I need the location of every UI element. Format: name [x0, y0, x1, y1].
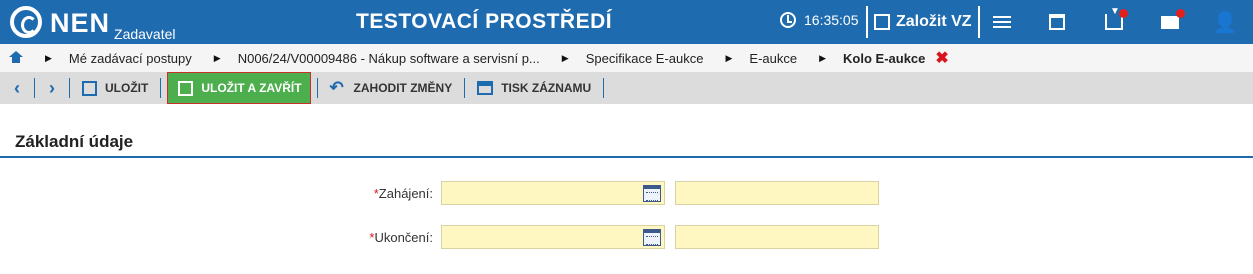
nen-logo-icon [10, 6, 42, 38]
breadcrumb-separator: ▶ [561, 52, 569, 63]
logo-text: NEN [50, 8, 111, 38]
start-time-input[interactable] [675, 181, 879, 205]
top-bar: NEN Zadavatel TESTOVACÍ PROSTŘEDÍ 16:35:… [0, 0, 1253, 44]
forward-icon[interactable]: › [41, 78, 63, 99]
breadcrumb-item[interactable]: N006/24/V00009486 - Nákup software a ser… [238, 51, 540, 66]
save-and-close-button[interactable]: ULOŽIT A ZAVŘÍT [167, 72, 311, 104]
end-label: *Ukončení: [0, 230, 441, 245]
breadcrumb-item[interactable]: Mé zadávací postupy [69, 51, 192, 66]
start-label-text: Zahájení: [378, 185, 433, 201]
save-button[interactable]: ULOŽIT [76, 74, 154, 102]
save-label: ULOŽIT [105, 81, 149, 95]
notification-dot [1119, 9, 1128, 18]
user-icon[interactable]: 👤 [1213, 10, 1238, 34]
breadcrumb-item[interactable]: Specifikace E-aukce [586, 51, 704, 66]
breadcrumb-separator: ▶ [213, 52, 221, 63]
clock-icon [780, 12, 796, 28]
separator [603, 78, 605, 98]
toolbar: ‹ › ULOŽIT ULOŽIT A ZAVŘÍT ↶ ZAHODIT ZMĚN… [0, 72, 1253, 104]
calendar-icon[interactable] [1045, 10, 1069, 34]
inbox-icon[interactable] [1102, 6, 1128, 34]
separator [316, 78, 318, 98]
environment-title: TESTOVACÍ PROSTŘEDÍ [356, 10, 613, 33]
discard-changes-button[interactable]: ↶ ZAHODIT ZMĚNY [324, 74, 459, 102]
start-label: *Zahájení: [0, 186, 441, 201]
mail-notification-dot [1176, 9, 1185, 18]
breadcrumb-current: Kolo E-aukce [843, 50, 926, 66]
breadcrumb: ▶ Mé zadávací postupy ▶ N006/24/V0000948… [0, 44, 1253, 72]
save-close-label: ULOŽIT A ZAVŘÍT [201, 81, 302, 95]
session-clock: 16:35:05 [780, 12, 859, 28]
calendar-icon[interactable] [643, 185, 661, 202]
end-row: *Ukončení: [0, 225, 1253, 249]
save-icon [178, 80, 194, 96]
end-time-input[interactable] [675, 225, 879, 249]
breadcrumb-item[interactable]: E-aukce [749, 51, 797, 66]
print-record-button[interactable]: TISK ZÁZNAMU [471, 74, 597, 102]
back-icon[interactable]: ‹ [6, 78, 28, 99]
breadcrumb-separator: ▶ [45, 52, 52, 63]
menu-icon[interactable] [990, 10, 1014, 34]
separator [34, 78, 35, 98]
print-label: TISK ZÁZNAMU [501, 81, 592, 95]
section-header: Základní údaje [0, 126, 1253, 158]
separator [160, 78, 162, 98]
print-icon [477, 81, 494, 95]
separator [464, 78, 466, 98]
mail-icon[interactable] [1158, 9, 1185, 34]
breadcrumb-separator: ▶ [725, 52, 733, 63]
nen-logo[interactable]: NEN Zadavatel [10, 6, 176, 42]
clock-time: 16:35:05 [804, 12, 859, 28]
edit-icon [874, 14, 890, 30]
undo-icon: ↶ [329, 78, 344, 97]
end-label-text: Ukončení: [374, 229, 433, 245]
start-row: *Zahájení: [0, 181, 1253, 205]
logo-subtitle: Zadavatel [114, 26, 176, 42]
separator [69, 78, 70, 98]
start-date-input[interactable] [441, 181, 665, 205]
close-icon[interactable]: ✖ [935, 48, 948, 68]
save-icon [82, 80, 97, 96]
calendar-icon[interactable] [643, 229, 661, 246]
breadcrumb-separator: ▶ [819, 52, 827, 63]
discard-label: ZAHODIT ZMĚNY [353, 81, 453, 95]
home-icon[interactable] [9, 51, 23, 65]
create-vz-label: Založit VZ [896, 13, 972, 30]
create-vz-button[interactable]: Založit VZ [866, 6, 980, 38]
end-date-input[interactable] [441, 225, 665, 249]
